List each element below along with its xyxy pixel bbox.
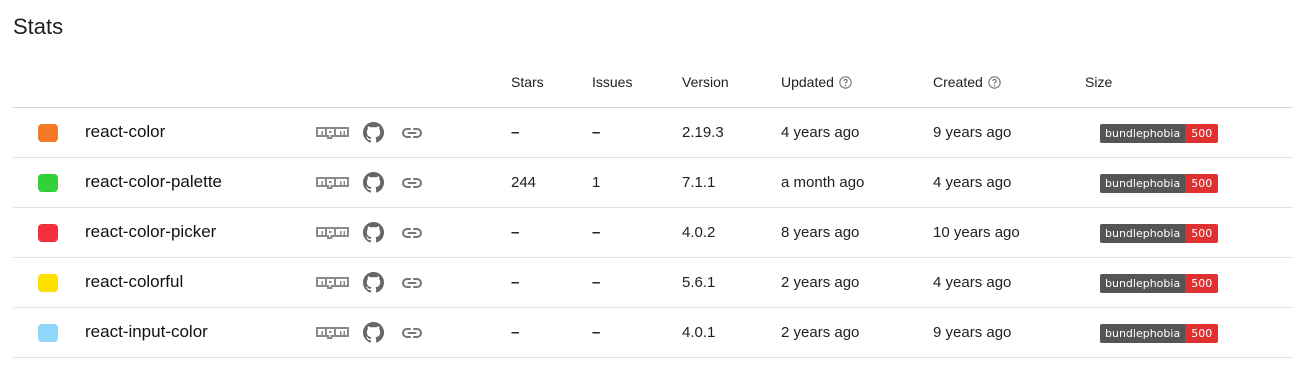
badge-value: 500 [1185, 124, 1219, 143]
badge-value: 500 [1185, 274, 1219, 293]
created-value: 4 years ago [933, 274, 1012, 291]
npm-icon[interactable] [316, 227, 349, 239]
header-stars: Stars [511, 74, 544, 90]
header-issues: Issues [592, 74, 632, 90]
table-row: react-colorful – – 5.6.1 2 years ago 4 years … [13, 258, 1293, 308]
version-value: 7.1.1 [682, 174, 716, 191]
bundlephobia-badge[interactable]: bundlephobia 500 [1100, 224, 1219, 243]
header-version: Version [682, 74, 729, 90]
issues-value: – [592, 274, 601, 291]
bundlephobia-badge[interactable]: bundlephobia 500 [1100, 174, 1219, 193]
package-name[interactable]: react-color-palette [85, 172, 222, 192]
table-body: react-color – – 2.19.3 4 years ago 9 years ag… [13, 108, 1293, 358]
issues-value: 1 [592, 174, 601, 191]
badge-label: bundlephobia [1100, 324, 1186, 343]
badge-value: 500 [1185, 324, 1219, 343]
badge-label: bundlephobia [1100, 274, 1186, 293]
package-name[interactable]: react-colorful [85, 272, 183, 292]
updated-value: 8 years ago [781, 224, 860, 241]
header-issues-label: Issues [592, 74, 633, 90]
header-stars-label: Stars [511, 74, 544, 90]
table-row: react-color-picker – – 4.0.2 8 years ago 10 y… [13, 208, 1293, 258]
npm-icon[interactable] [316, 127, 349, 139]
created-value: 10 years ago [933, 224, 1020, 241]
github-icon[interactable] [363, 322, 384, 343]
issues-value: – [592, 324, 601, 341]
header-updated-label: Updated [781, 74, 834, 90]
header-size: Size [1085, 74, 1112, 90]
updated-value: 4 years ago [781, 124, 860, 141]
bundlephobia-badge[interactable]: bundlephobia 500 [1100, 274, 1219, 293]
updated-value: 2 years ago [781, 274, 860, 291]
github-icon[interactable] [363, 272, 384, 293]
header-size-label: Size [1085, 74, 1113, 90]
issues-value: – [592, 224, 601, 241]
github-icon[interactable] [363, 172, 384, 193]
npm-icon[interactable] [316, 177, 349, 189]
stars-value: – [511, 124, 520, 141]
header-created: Created [933, 74, 1001, 90]
link-icon[interactable] [401, 325, 423, 341]
issues-value: – [592, 124, 601, 141]
github-icon[interactable] [363, 222, 384, 243]
header-version-label: Version [682, 74, 729, 90]
color-swatch [38, 274, 58, 292]
github-icon[interactable] [363, 122, 384, 143]
created-value: 4 years ago [933, 174, 1012, 191]
badge-label: bundlephobia [1100, 224, 1186, 243]
badge-label: bundlephobia [1100, 124, 1186, 143]
stars-value: – [511, 224, 520, 241]
page-title: Stats [13, 14, 64, 39]
updated-value: 2 years ago [781, 324, 860, 341]
package-name[interactable]: react-input-color [85, 322, 208, 342]
table-header: Stars Issues Version Updated Created Siz… [13, 57, 1293, 108]
stars-value: – [511, 324, 520, 341]
package-name[interactable]: react-color [85, 122, 165, 142]
color-swatch [38, 174, 58, 192]
color-swatch [38, 324, 58, 342]
help-icon[interactable] [839, 75, 852, 89]
header-created-label: Created [933, 74, 983, 90]
badge-label: bundlephobia [1100, 174, 1186, 193]
version-value: 5.6.1 [682, 274, 716, 291]
updated-value: a month ago [781, 174, 865, 191]
npm-icon[interactable] [316, 327, 349, 339]
link-icon[interactable] [401, 125, 423, 141]
badge-value: 500 [1185, 174, 1219, 193]
created-value: 9 years ago [933, 324, 1012, 341]
link-icon[interactable] [401, 275, 423, 291]
color-swatch [38, 124, 58, 142]
badge-value: 500 [1185, 224, 1219, 243]
version-value: 4.0.1 [682, 324, 716, 341]
link-icon[interactable] [401, 225, 423, 241]
table-row: react-input-color – – 4.0.1 2 years ago 9 yea… [13, 308, 1293, 358]
help-icon[interactable] [988, 75, 1001, 89]
stars-value: 244 [511, 174, 537, 191]
version-value: 4.0.2 [682, 224, 716, 241]
header-updated: Updated [781, 74, 852, 90]
version-value: 2.19.3 [682, 124, 724, 141]
bundlephobia-badge[interactable]: bundlephobia 500 [1100, 124, 1219, 143]
npm-icon[interactable] [316, 277, 349, 289]
table-row: react-color-palette 244 1 7.1.1 a month ago 4… [13, 158, 1293, 208]
stars-value: – [511, 274, 520, 291]
bundlephobia-badge[interactable]: bundlephobia 500 [1100, 324, 1219, 343]
created-value: 9 years ago [933, 124, 1012, 141]
stats-table: Stars Issues Version Updated Created Siz… [13, 57, 1293, 358]
table-row: react-color – – 2.19.3 4 years ago 9 years ag… [13, 108, 1293, 158]
link-icon[interactable] [401, 175, 423, 191]
color-swatch [38, 224, 58, 242]
package-name[interactable]: react-color-picker [85, 222, 216, 242]
